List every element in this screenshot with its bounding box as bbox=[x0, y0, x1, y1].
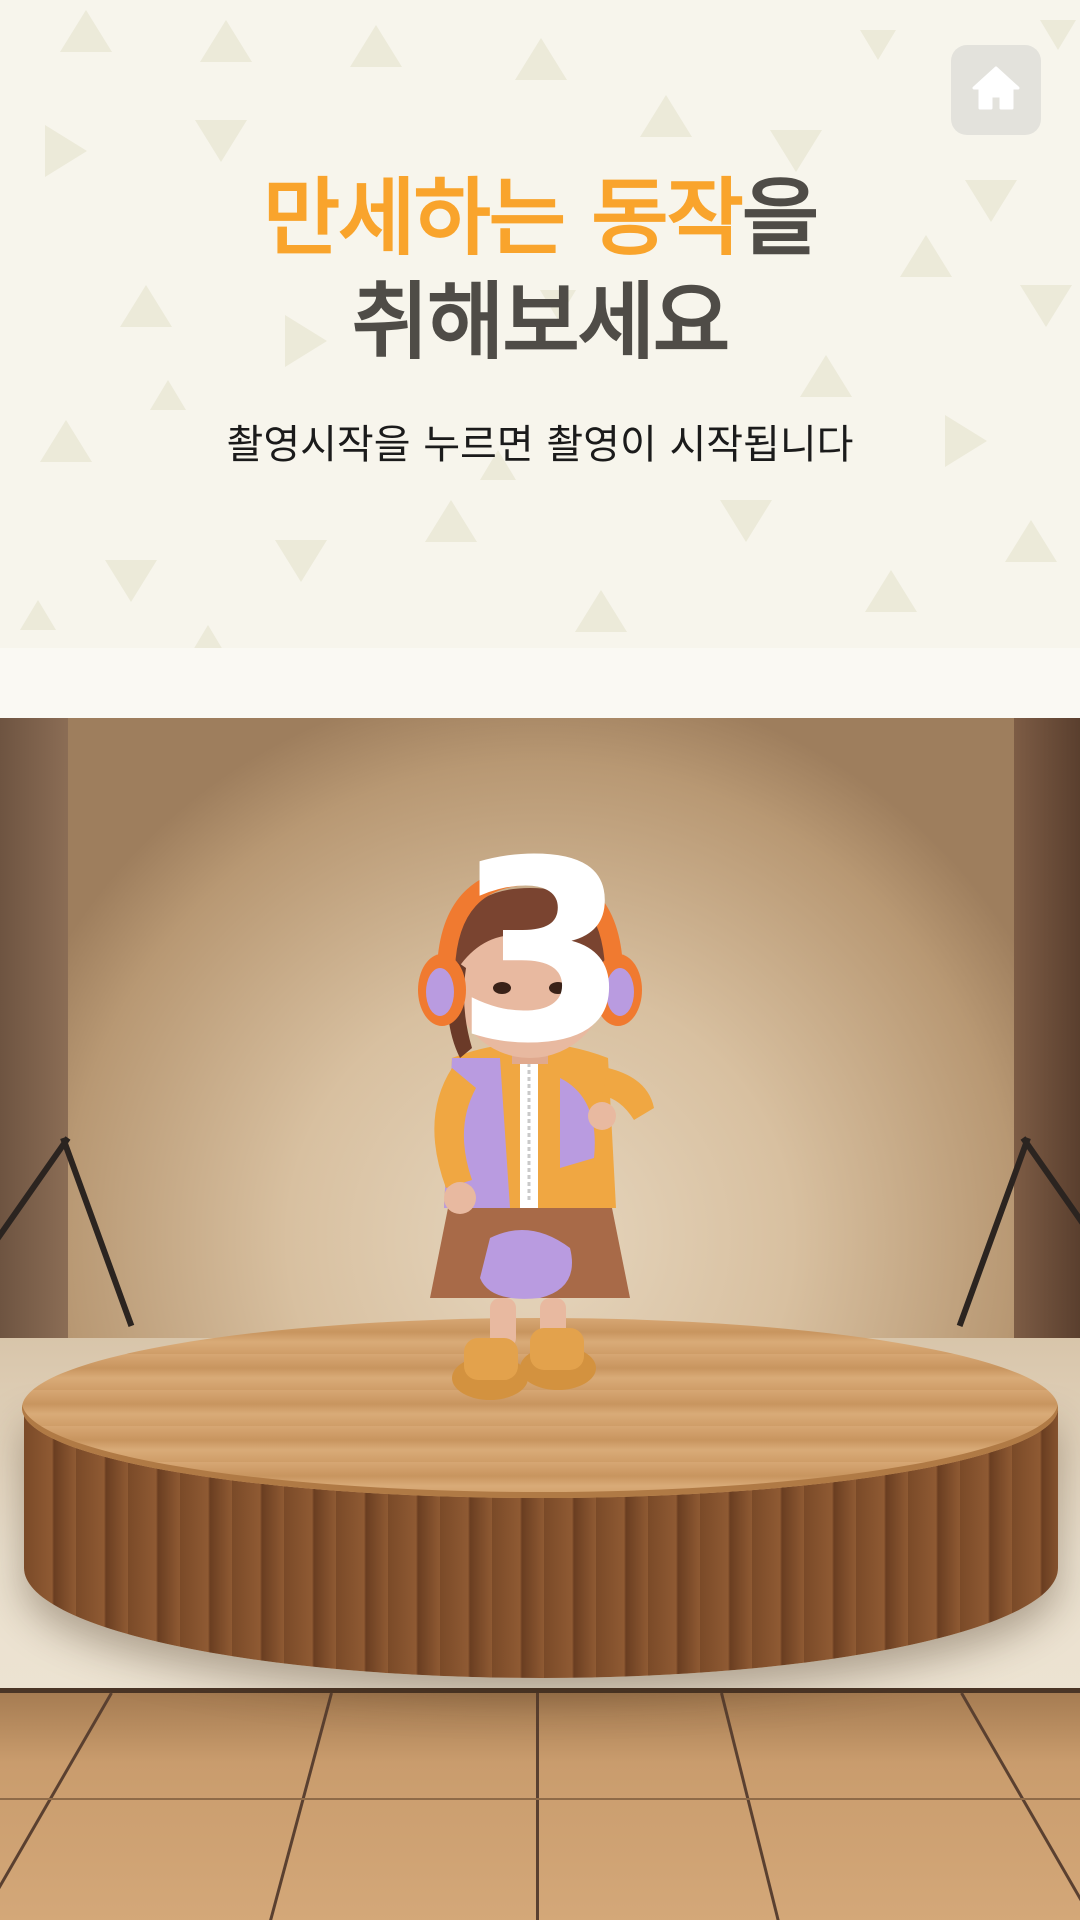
countdown-number: 3 bbox=[455, 807, 629, 1098]
instruction-subtitle: 촬영시작을 누르면 촬영이 시작됩니다 bbox=[226, 422, 854, 468]
panel-divider bbox=[0, 648, 1080, 718]
title-line-1: 만세하는 동작을 bbox=[0, 166, 1080, 270]
title-line-2: 취해보세요 bbox=[351, 273, 730, 371]
home-button[interactable] bbox=[951, 45, 1041, 135]
home-icon bbox=[970, 64, 1022, 116]
title-particle: 을 bbox=[741, 169, 819, 267]
title-highlight: 만세하는 동작 bbox=[262, 169, 744, 267]
wood-floor bbox=[0, 1688, 1080, 1920]
page-title: 만세하는 동작을 취해보세요 bbox=[0, 166, 1080, 374]
instruction-panel: 만세하는 동작을 취해보세요 촬영시작을 누르면 촬영이 시작됩니다 bbox=[0, 0, 1080, 718]
photo-booth-screen: 만세하는 동작을 취해보세요 촬영시작을 누르면 촬영이 시작됩니다 3 bbox=[0, 0, 1080, 1920]
